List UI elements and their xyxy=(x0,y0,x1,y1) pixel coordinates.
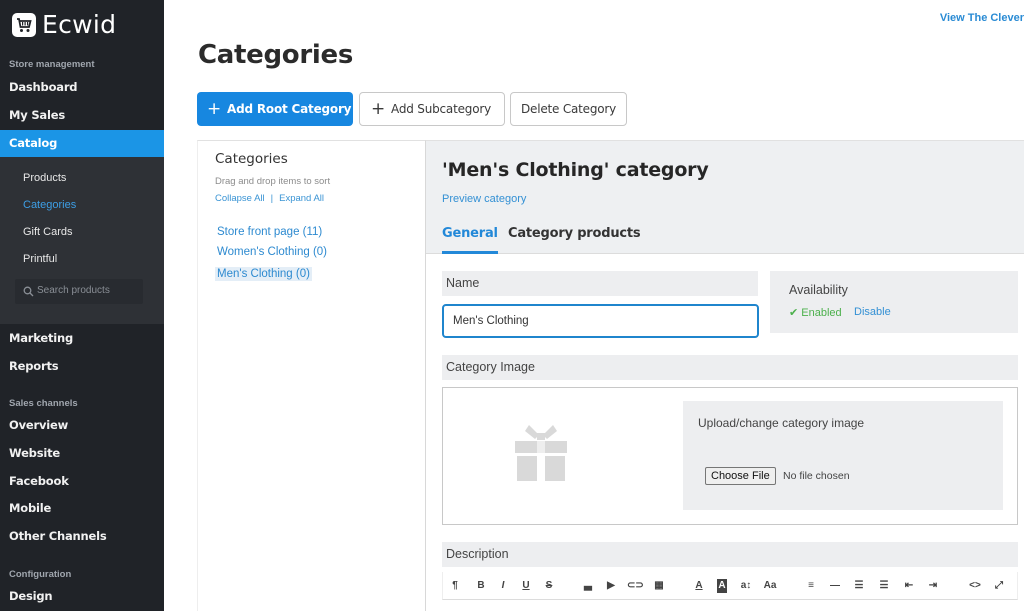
no-file-chosen-text: No file chosen xyxy=(783,470,850,482)
horizontal-rule-icon[interactable]: — xyxy=(827,579,843,593)
font-color-icon[interactable]: A xyxy=(691,579,707,593)
expand-all-link[interactable]: Expand All xyxy=(279,193,324,204)
font-size-icon[interactable]: a↕ xyxy=(738,579,754,593)
unordered-list-icon[interactable]: ☰ xyxy=(851,579,867,593)
collapse-all-link[interactable]: Collapse All xyxy=(215,193,265,204)
delete-category-button[interactable]: Delete Category xyxy=(510,92,627,126)
strikethrough-icon[interactable]: S xyxy=(541,579,557,593)
sidebar-subitem-products[interactable]: Products xyxy=(23,172,66,184)
section-store-management: Store management xyxy=(9,59,95,70)
sidebar-item-my-sales[interactable]: My Sales xyxy=(0,102,164,129)
add-subcategory-button[interactable]: + Add Subcategory xyxy=(359,92,505,126)
add-subcategory-label: Add Subcategory xyxy=(391,102,491,116)
sidebar-item-facebook[interactable]: Facebook xyxy=(0,468,164,495)
cart-logo-icon xyxy=(12,12,36,37)
availability-title: Availability xyxy=(789,283,848,297)
code-view-icon[interactable]: <> xyxy=(967,579,983,593)
disable-link[interactable]: Disable xyxy=(854,306,891,318)
editor-header: 'Men's Clothing' category Preview catego… xyxy=(426,141,1024,254)
sidebar-subitem-printful[interactable]: Printful xyxy=(23,253,57,265)
sidebar: Ecwid Store management Dashboard My Sale… xyxy=(0,0,164,611)
category-item[interactable]: Women's Clothing (0) xyxy=(215,245,329,259)
link-icon[interactable]: ⊂⊃ xyxy=(627,579,644,593)
italic-icon[interactable]: I xyxy=(495,579,511,593)
availability-status: ✔ Enabled xyxy=(789,307,842,319)
add-root-category-label: Add Root Category xyxy=(227,102,352,116)
category-item[interactable]: Store front page (11) xyxy=(215,225,324,239)
sidebar-subitem-categories[interactable]: Categories xyxy=(23,199,76,211)
add-root-category-button[interactable]: + Add Root Category xyxy=(197,92,353,126)
font-family-icon[interactable]: Aa xyxy=(762,579,778,593)
description-toolbar: ¶ B I U S ▃ ▶ ⊂⊃ ▦ A Aa↕ Aa ≡ — ☰ ☰ ⇤ ⇥ <> ⤢ xyxy=(442,572,1018,600)
align-icon[interactable]: ≡ xyxy=(803,579,819,593)
upload-box: Upload/change category image Choose File… xyxy=(683,401,1003,510)
category-image-label: Category Image xyxy=(442,355,1018,380)
sidebar-item-other-channels[interactable]: Other Channels xyxy=(0,523,164,550)
indent-icon[interactable]: ⇥ xyxy=(925,579,941,593)
category-image-box: Upload/change category image Choose File… xyxy=(442,387,1018,525)
category-editor: 'Men's Clothing' category Preview catego… xyxy=(426,140,1024,611)
search-products-input[interactable]: Search products xyxy=(15,279,143,304)
underline-icon[interactable]: U xyxy=(518,579,534,593)
tree-actions: Collapse All | Expand All xyxy=(215,193,324,204)
categories-panel: Categories Drag and drop items to sort C… xyxy=(197,140,426,611)
background-color-icon[interactable]: A xyxy=(717,579,727,593)
upload-title: Upload/change category image xyxy=(698,416,865,430)
fullscreen-icon[interactable]: ⤢ xyxy=(991,579,1007,593)
app-name: Ecwid xyxy=(42,10,117,39)
search-placeholder: Search products xyxy=(37,285,110,296)
video-icon[interactable]: ▶ xyxy=(603,579,619,593)
tab-general[interactable]: General xyxy=(442,226,498,254)
gift-placeholder-icon xyxy=(515,425,567,481)
plus-icon: + xyxy=(207,98,222,119)
separator: | xyxy=(270,193,274,204)
outdent-icon[interactable]: ⇤ xyxy=(901,579,917,593)
sidebar-item-dashboard[interactable]: Dashboard xyxy=(0,74,164,101)
bold-icon[interactable]: B xyxy=(473,579,489,593)
category-item-selected[interactable]: Men's Clothing (0) xyxy=(215,267,312,281)
tab-category-products[interactable]: Category products xyxy=(508,226,641,241)
sidebar-item-design[interactable]: Design xyxy=(0,583,164,610)
section-configuration: Configuration xyxy=(9,569,72,580)
catalog-submenu: Products Categories Gift Cards Printful … xyxy=(0,157,164,324)
description-label: Description xyxy=(442,542,1018,567)
search-icon xyxy=(23,286,34,297)
page-title: Categories xyxy=(198,40,354,70)
section-sales-channels: Sales channels xyxy=(9,398,78,409)
editor-title: 'Men's Clothing' category xyxy=(442,159,709,181)
image-icon[interactable]: ▃ xyxy=(580,579,596,593)
categories-panel-title: Categories xyxy=(215,151,288,167)
sidebar-subitem-gift-cards[interactable]: Gift Cards xyxy=(23,226,73,238)
name-input[interactable] xyxy=(442,304,759,338)
preview-category-link[interactable]: Preview category xyxy=(442,193,526,205)
availability-box: Availability ✔ Enabled Disable xyxy=(770,271,1018,333)
sidebar-item-website[interactable]: Website xyxy=(0,440,164,467)
sidebar-item-mobile[interactable]: Mobile xyxy=(0,495,164,522)
table-icon[interactable]: ▦ xyxy=(651,579,667,593)
ordered-list-icon[interactable]: ☰ xyxy=(876,579,892,593)
choose-file-button[interactable]: Choose File xyxy=(705,467,776,485)
sidebar-item-reports[interactable]: Reports xyxy=(0,353,164,380)
categories-hint: Drag and drop items to sort xyxy=(215,176,331,187)
delete-category-label: Delete Category xyxy=(521,102,617,116)
plus-icon: + xyxy=(371,98,386,119)
sidebar-item-overview[interactable]: Overview xyxy=(0,412,164,439)
paragraph-icon[interactable]: ¶ xyxy=(447,579,463,593)
sidebar-item-catalog[interactable]: Catalog xyxy=(0,130,164,157)
view-store-link[interactable]: View The Clever xyxy=(940,12,1024,24)
ecwid-logo[interactable]: Ecwid xyxy=(12,10,116,39)
name-label: Name xyxy=(442,271,758,296)
sidebar-item-marketing[interactable]: Marketing xyxy=(0,325,164,352)
